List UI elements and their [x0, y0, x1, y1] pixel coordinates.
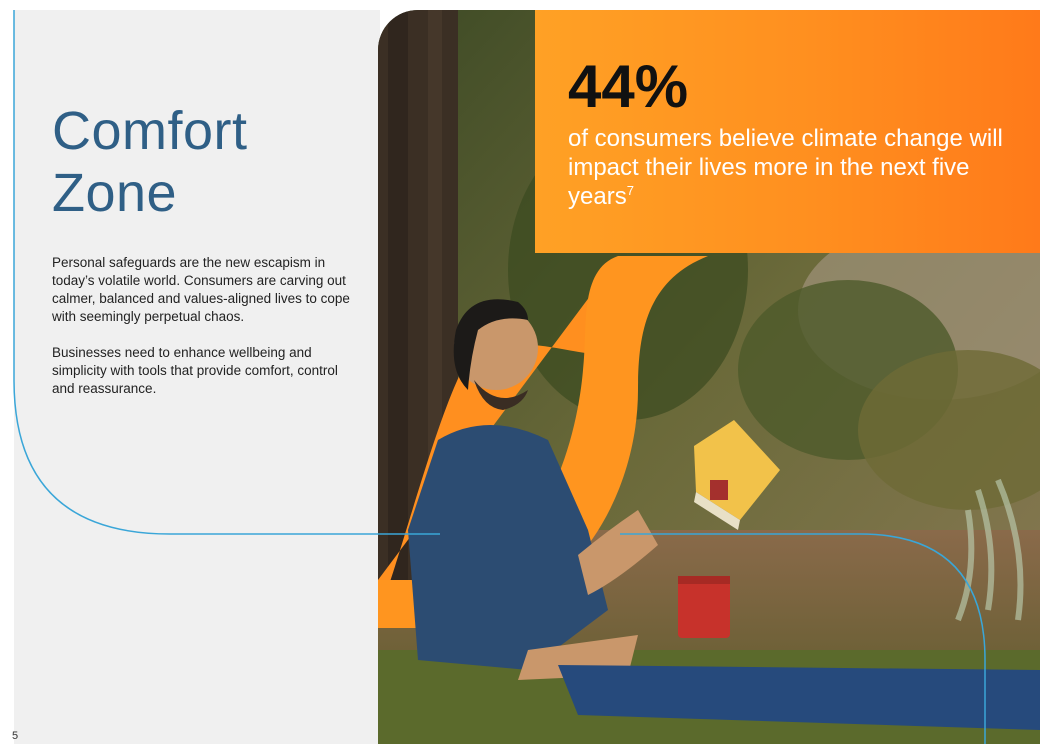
- report-page: 44% of consumers believe climate change …: [0, 0, 1040, 744]
- footnote-marker: 7: [626, 183, 634, 198]
- paragraph-1: Personal safeguards are the new escapism…: [52, 255, 350, 324]
- page-title: Comfort Zone: [52, 100, 248, 224]
- stat-percentage: 44%: [568, 53, 689, 120]
- page-number: 5: [12, 730, 19, 742]
- title-line-2: Zone: [52, 163, 178, 223]
- body-copy: Personal safeguards are the new escapism…: [52, 254, 352, 416]
- stat-description: of consumers believe climate change will…: [568, 124, 1028, 211]
- paragraph-2: Businesses need to enhance wellbeing and…: [52, 345, 338, 396]
- title-line-1: Comfort: [52, 101, 248, 161]
